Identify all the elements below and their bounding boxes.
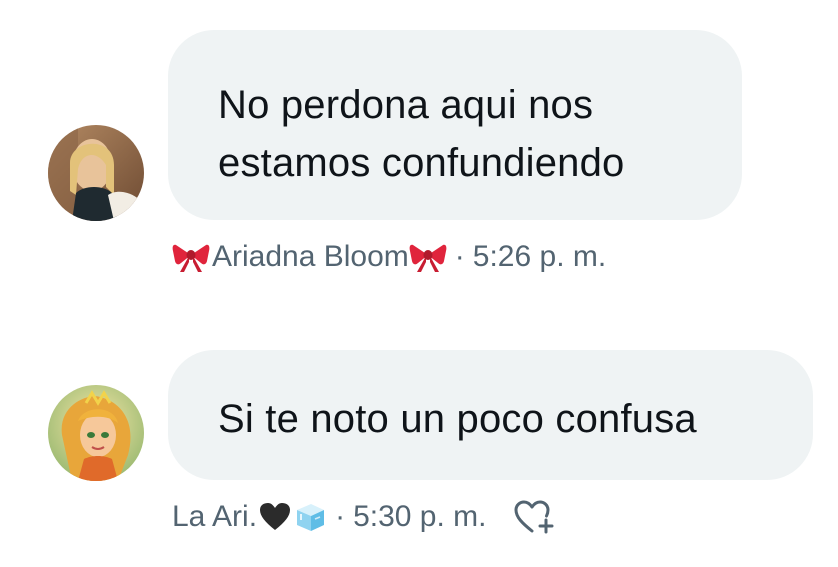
- add-reaction-button[interactable]: [512, 498, 556, 536]
- meta-separator-1: ·: [454, 240, 465, 273]
- avatar-ariadna[interactable]: [48, 125, 144, 221]
- bow-icon: [409, 241, 447, 273]
- black-heart-icon: [259, 502, 291, 532]
- message-meta-2: La Ari. · 5:30 p. m.: [172, 498, 556, 536]
- avatar-la-ari[interactable]: [48, 385, 144, 481]
- message-bubble-2[interactable]: Si te noto un poco confusa: [168, 350, 813, 480]
- meta-separator-2: ·: [335, 500, 346, 533]
- avatar-ariadna-image: [48, 125, 144, 221]
- sender-name-1[interactable]: Ariadna Bloom: [212, 240, 409, 274]
- avatar-la-ari-image: [48, 385, 144, 481]
- bow-icon: [172, 241, 210, 273]
- sender-name-2[interactable]: La Ari.: [172, 500, 257, 534]
- ice-cube-icon: [293, 500, 327, 534]
- add-reaction-heart-icon: [514, 500, 554, 534]
- timestamp-2: 5:30 p. m.: [353, 500, 487, 533]
- message-meta-1: Ariadna Bloom · 5:26 p. m.: [172, 240, 606, 274]
- timestamp-1: 5:26 p. m.: [472, 240, 607, 273]
- message-bubble-1[interactable]: No perdona aqui nos estamos confundiendo: [168, 30, 742, 220]
- message-text-1: No perdona aqui nos estamos confundiendo: [218, 83, 625, 185]
- message-text-2: Si te noto un poco confusa: [218, 397, 697, 441]
